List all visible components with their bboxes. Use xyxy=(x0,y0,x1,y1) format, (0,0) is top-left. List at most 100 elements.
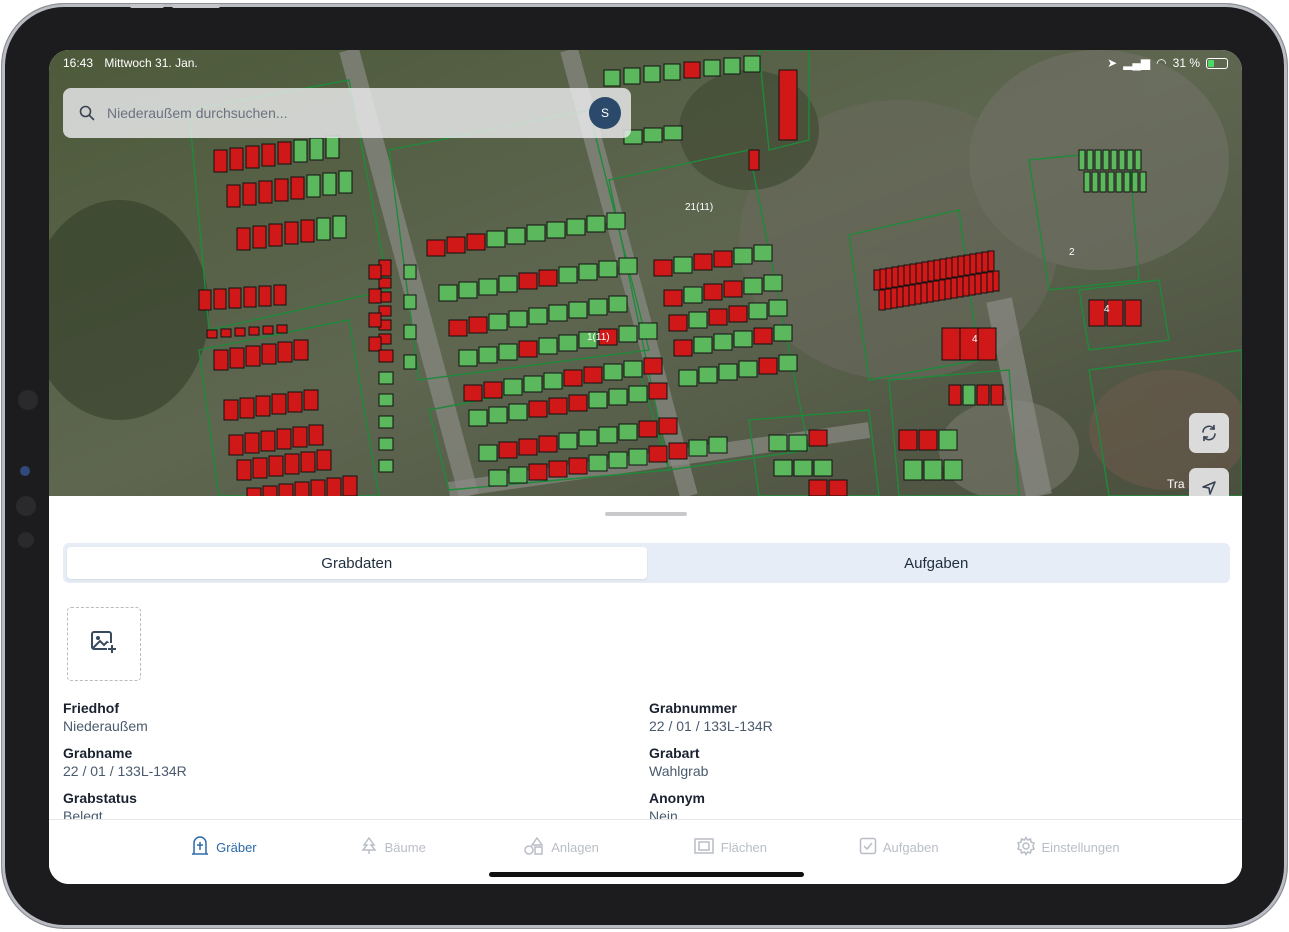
grave-plot[interactable] xyxy=(598,426,618,444)
grave-plot[interactable] xyxy=(271,393,287,415)
grave-plot[interactable] xyxy=(268,223,283,247)
grave-plot[interactable] xyxy=(981,251,989,273)
grave-plot[interactable] xyxy=(963,254,971,276)
grave-plot[interactable] xyxy=(586,215,606,233)
grave-plot[interactable] xyxy=(975,252,983,274)
grave-plot[interactable] xyxy=(277,141,292,165)
grave-plot[interactable] xyxy=(723,280,743,298)
grave-plot[interactable] xyxy=(873,269,881,291)
grave-plot[interactable] xyxy=(543,372,563,390)
grave-plot[interactable] xyxy=(248,326,260,336)
grave-plot[interactable] xyxy=(498,343,518,361)
grave-plot[interactable] xyxy=(578,263,598,281)
grave-plot[interactable] xyxy=(618,325,638,343)
grave-plot[interactable] xyxy=(558,266,578,284)
grave-plot[interactable] xyxy=(518,340,538,358)
grave-plot[interactable] xyxy=(713,250,733,268)
grave-plot[interactable] xyxy=(468,409,488,427)
grave-plot[interactable] xyxy=(608,451,628,469)
grave-plot[interactable] xyxy=(538,269,558,287)
grave-plot[interactable] xyxy=(926,281,934,303)
grave-plot[interactable] xyxy=(808,429,828,447)
grave-plot[interactable] xyxy=(638,420,658,438)
grave-plot[interactable] xyxy=(229,147,244,171)
grave-plot[interactable] xyxy=(548,304,568,322)
grave-plot[interactable] xyxy=(252,457,268,479)
grave-plot[interactable] xyxy=(290,176,305,200)
grave-plot[interactable] xyxy=(306,174,321,198)
grave-plot[interactable] xyxy=(478,444,498,462)
grave-plot[interactable] xyxy=(914,283,922,305)
grave-plot[interactable] xyxy=(968,274,976,296)
grave-plot[interactable] xyxy=(956,276,964,298)
grave-plot[interactable] xyxy=(294,481,310,496)
grave-plot[interactable] xyxy=(939,258,947,280)
grave-plot[interactable] xyxy=(638,322,658,340)
grave-plot[interactable] xyxy=(941,327,961,361)
grave-plot[interactable] xyxy=(526,224,546,242)
grave-plot[interactable] xyxy=(1126,149,1134,171)
grave-plot[interactable] xyxy=(378,415,394,429)
grave-plot[interactable] xyxy=(885,267,893,289)
grave-plot[interactable] xyxy=(538,435,558,453)
grave-plot[interactable] xyxy=(1094,149,1102,171)
grave-plot[interactable] xyxy=(588,298,608,316)
grave-plot[interactable] xyxy=(938,429,958,451)
grave-plot[interactable] xyxy=(528,463,548,481)
grave-plot[interactable] xyxy=(603,363,623,381)
grave-plot[interactable] xyxy=(718,363,738,381)
grave-plot[interactable] xyxy=(242,182,257,206)
grave-plot[interactable] xyxy=(957,255,965,277)
grave-plot[interactable] xyxy=(1118,149,1126,171)
grave-plot[interactable] xyxy=(708,436,728,454)
grave-plot[interactable] xyxy=(503,378,523,396)
grave-plot[interactable] xyxy=(976,384,990,406)
grave-plot[interactable] xyxy=(943,459,963,481)
grave-plot[interactable] xyxy=(703,283,723,301)
grave-plot[interactable] xyxy=(198,289,212,311)
grave-plot[interactable] xyxy=(478,346,498,364)
grave-plot[interactable] xyxy=(277,341,293,363)
grave-plot[interactable] xyxy=(1107,171,1115,193)
grave-plot[interactable] xyxy=(748,302,768,320)
grave-plot[interactable] xyxy=(945,257,953,279)
grave-plot[interactable] xyxy=(673,339,693,357)
grave-plot[interactable] xyxy=(628,385,648,403)
nav-item-anlagen[interactable]: Anlagen xyxy=(477,820,646,874)
grave-plot[interactable] xyxy=(488,313,508,331)
grave-plot[interactable] xyxy=(1102,149,1110,171)
grave-plot[interactable] xyxy=(753,244,773,262)
grave-plot[interactable] xyxy=(1083,171,1091,193)
grave-plot[interactable] xyxy=(558,334,578,352)
grave-plot[interactable] xyxy=(788,434,808,452)
grave-plot[interactable] xyxy=(568,457,588,475)
grave-plot[interactable] xyxy=(643,357,663,375)
grave-plot[interactable] xyxy=(778,354,798,372)
cemetery-map[interactable]: 21(11) 1(11) 4 2 4 Tra 16:43 Mittwoch 31… xyxy=(49,50,1242,496)
grave-plot[interactable] xyxy=(1088,299,1106,327)
grave-plot[interactable] xyxy=(1110,149,1118,171)
grave-plot[interactable] xyxy=(486,230,506,248)
grave-plot[interactable] xyxy=(223,399,239,421)
grave-plot[interactable] xyxy=(262,325,274,335)
grave-plot[interactable] xyxy=(683,286,703,304)
grave-plot[interactable] xyxy=(276,428,292,450)
grave-plot[interactable] xyxy=(548,397,568,415)
grave-plot[interactable] xyxy=(538,337,558,355)
grave-plot[interactable] xyxy=(891,266,899,288)
grave-plot[interactable] xyxy=(733,330,753,348)
grave-plot[interactable] xyxy=(566,218,586,236)
grave-plot[interactable] xyxy=(220,328,232,338)
grave-plot[interactable] xyxy=(488,469,508,487)
grave-plot[interactable] xyxy=(342,475,358,496)
grave-plot[interactable] xyxy=(897,265,905,287)
grave-plot[interactable] xyxy=(688,311,708,329)
grave-plot[interactable] xyxy=(403,324,417,340)
grave-plot[interactable] xyxy=(228,434,244,456)
grave-plot[interactable] xyxy=(903,264,911,286)
grave-plot[interactable] xyxy=(753,327,773,345)
grave-plot[interactable] xyxy=(260,430,276,452)
grave-plot[interactable] xyxy=(944,278,952,300)
grave-plot[interactable] xyxy=(1086,149,1094,171)
grave-plot[interactable] xyxy=(245,145,260,169)
